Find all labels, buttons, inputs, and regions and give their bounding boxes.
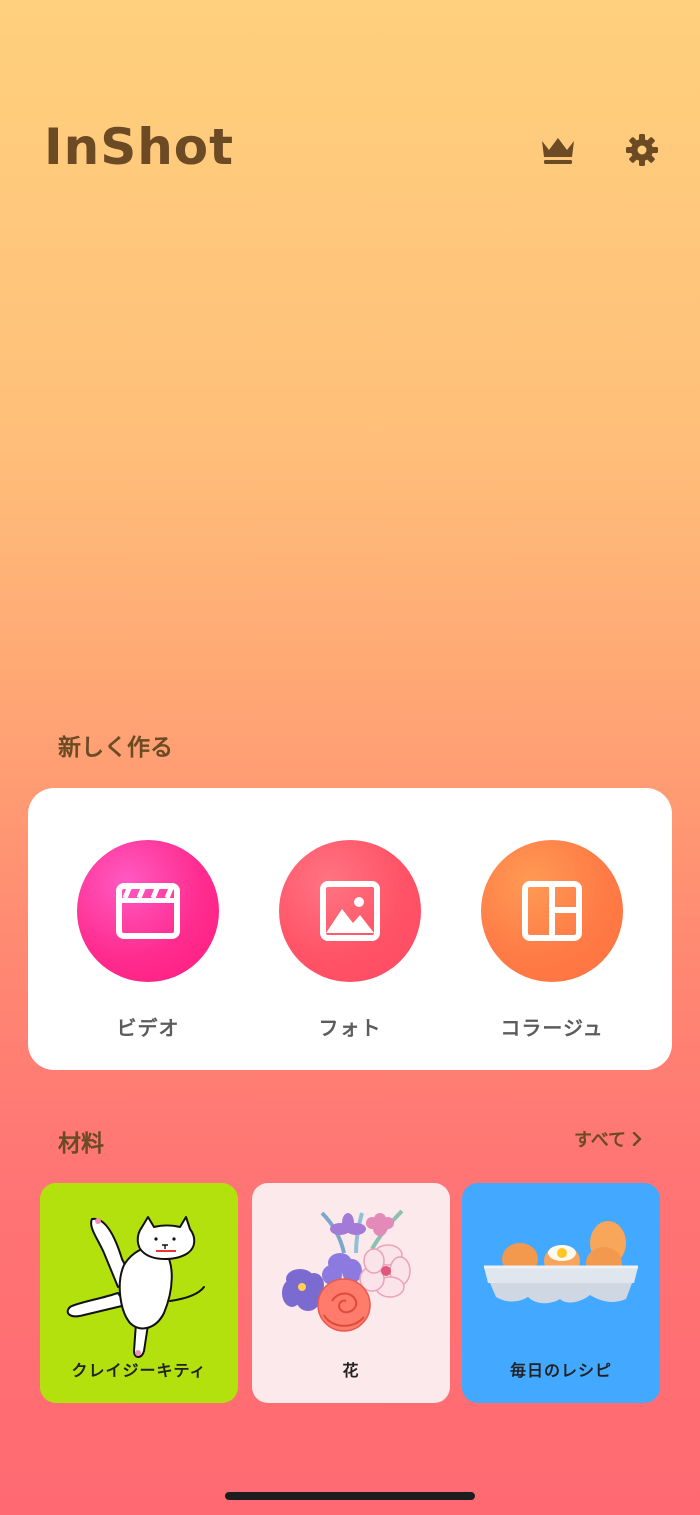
app-logo: InShot <box>44 118 235 176</box>
photo-icon <box>320 881 380 941</box>
chevron-right-icon <box>632 1132 642 1146</box>
gear-icon <box>626 134 658 166</box>
create-photo-button[interactable]: フォト <box>260 840 440 1041</box>
create-collage-button[interactable]: コラージュ <box>462 840 642 1041</box>
material-label-daily-recipe: 毎日のレシピ <box>509 1361 612 1380</box>
settings-button[interactable] <box>620 128 664 172</box>
create-card: ビデオ フォト コラージュ <box>28 788 672 1070</box>
material-card-daily-recipe[interactable]: 毎日のレシピ <box>462 1183 660 1403</box>
materials-section-title: 材料 <box>58 1131 104 1157</box>
see-all-link[interactable]: すべて <box>574 1126 642 1152</box>
collage-icon <box>522 881 582 941</box>
material-card-flower[interactable]: 花 <box>252 1183 450 1403</box>
video-circle <box>77 840 219 982</box>
video-clapper-icon <box>116 883 180 939</box>
material-label-crazy-kitty: クレイジーキティ <box>71 1361 207 1380</box>
collage-circle <box>481 840 623 982</box>
home-indicator[interactable] <box>225 1492 475 1500</box>
create-section-title: 新しく作る <box>58 735 173 761</box>
create-video-label: ビデオ <box>116 1016 180 1040</box>
crown-icon <box>542 138 574 164</box>
create-collage-label: コラージュ <box>500 1016 604 1040</box>
material-label-flower: 花 <box>342 1361 360 1380</box>
create-video-button[interactable]: ビデオ <box>58 840 238 1041</box>
material-card-crazy-kitty[interactable]: クレイジーキティ <box>40 1183 238 1403</box>
photo-circle <box>279 840 421 982</box>
see-all-label: すべて <box>573 1130 626 1151</box>
create-photo-label: フォト <box>318 1016 382 1040</box>
premium-button[interactable] <box>536 128 580 172</box>
